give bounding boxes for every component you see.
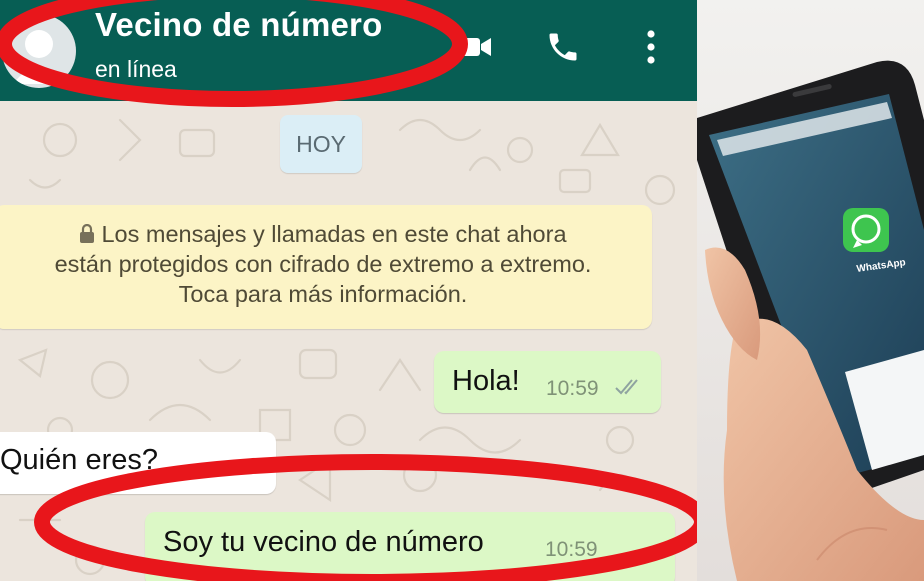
lock-icon [80, 224, 95, 243]
phone-icon[interactable] [540, 24, 586, 70]
encryption-notice[interactable]: Los mensajes y llamadas en este chat aho… [0, 205, 652, 329]
message-text: Hola! [452, 365, 520, 397]
date-chip: HOY [280, 115, 362, 173]
chat-header[interactable]: Vecino de número en línea [0, 0, 697, 101]
message-text: Soy tu vecino de número [163, 526, 484, 558]
contact-status: en línea [95, 56, 177, 82]
notice-line-3: Toca para más información. [178, 281, 468, 307]
message-text: Quién eres? [0, 444, 158, 476]
notice-line-2: están protegidos con cifrado de extremo … [54, 251, 592, 277]
contact-name[interactable]: Vecino de número [95, 6, 382, 44]
outgoing-message[interactable]: Hola! 10:59 [434, 351, 661, 413]
chat-screen: Vecino de número en línea HOY Los mensaj… [0, 0, 697, 581]
incoming-message[interactable]: Quién eres? [0, 432, 276, 494]
notice-line-1: Los mensajes y llamadas en este chat aho… [101, 221, 567, 247]
outgoing-message[interactable]: Soy tu vecino de número 10:59 [145, 512, 675, 581]
more-options-icon[interactable] [628, 24, 674, 70]
message-time: 10:59 [546, 377, 599, 400]
default-avatar-icon[interactable] [2, 14, 76, 88]
phone-photo: WhatsApp [697, 0, 924, 581]
double-check-icon [615, 379, 638, 395]
message-time: 10:59 [545, 538, 598, 561]
video-call-icon[interactable] [452, 24, 498, 70]
